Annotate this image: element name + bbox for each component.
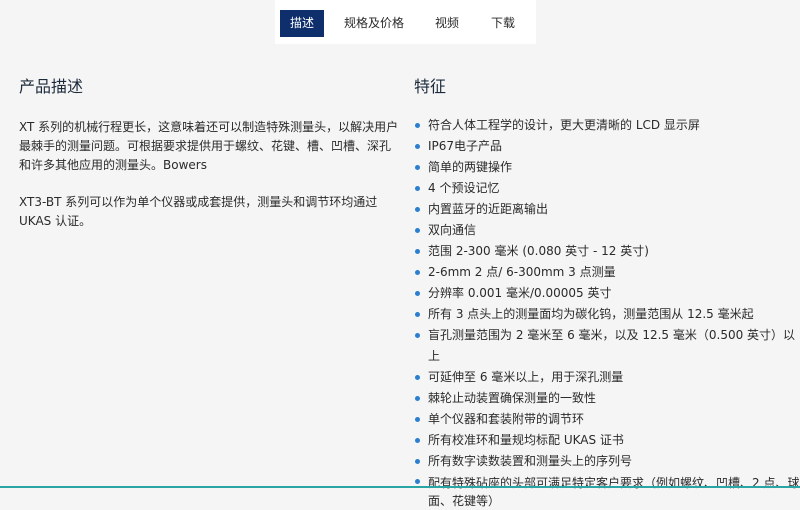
bullet-icon <box>415 291 420 296</box>
feature-item: IP67电子产品 <box>414 136 800 157</box>
feature-text: 双向通信 <box>428 223 477 237</box>
bullet-icon <box>415 186 420 191</box>
features-section: 特征 符合人体工程学的设计，更大更清晰的 LCD 显示屏 IP67电子产品 简单的两… <box>414 77 800 510</box>
bullet-icon <box>415 144 420 149</box>
bullet-icon <box>415 417 420 422</box>
feature-item: 配有特殊砧座的头部可满足特定客户要求（例如螺纹、凹槽、2 点、球面、花键等） <box>414 472 800 510</box>
feature-text: 范围 2-300 毫米 (0.080 英寸 - 12 英寸) <box>428 244 649 258</box>
tab-video[interactable]: 视频 <box>427 10 467 37</box>
feature-text: 2-6mm 2 点/ 6-300mm 3 点测量 <box>428 265 616 279</box>
feature-item: 棘轮止动装置确保测量的一致性 <box>414 388 800 409</box>
tab-description[interactable]: 描述 <box>280 10 324 37</box>
bullet-icon <box>415 312 420 317</box>
features-title: 特征 <box>414 77 447 96</box>
bullet-icon <box>415 438 420 443</box>
bullet-icon <box>415 375 420 380</box>
tab-specs-pricing[interactable]: 规格及价格 <box>335 10 413 37</box>
feature-text: 分辨率 0.001 毫米/0.00005 英寸 <box>428 286 612 300</box>
bullet-icon <box>415 228 420 233</box>
bullet-icon <box>415 249 420 254</box>
feature-item: 范围 2-300 毫米 (0.080 英寸 - 12 英寸) <box>414 241 800 262</box>
feature-text: 所有 3 点头上的测量面均为碳化钨，测量范围从 12.5 毫米起 <box>428 307 754 321</box>
feature-text: 4 个预设记忆 <box>428 181 500 195</box>
bullet-icon <box>415 396 420 401</box>
feature-item: 所有 3 点头上的测量面均为碳化钨，测量范围从 12.5 毫米起 <box>414 304 800 325</box>
bullet-icon <box>415 479 420 484</box>
feature-text: 盲孔测量范围为 2 毫米至 6 毫米，以及 12.5 毫米（0.500 英寸）以… <box>428 328 796 363</box>
feature-item: 盲孔测量范围为 2 毫米至 6 毫米，以及 12.5 毫米（0.500 英寸）以… <box>414 325 800 367</box>
feature-item: 4 个预设记忆 <box>414 178 800 199</box>
feature-item: 所有校准环和量规均标配 UKAS 证书 <box>414 430 800 451</box>
bullet-icon <box>415 165 420 170</box>
feature-text: IP67电子产品 <box>428 139 503 153</box>
product-description-section: 产品描述 XT 系列的机械行程更长，这意味着还可以制造特殊测量头，以解决用户最棘… <box>19 77 399 231</box>
tab-downloads[interactable]: 下载 <box>485 10 521 37</box>
description-paragraph: XT3-BT 系列可以作为单个仪器或成套提供，测量头和调节环均通过 UKAS 认… <box>19 195 378 228</box>
feature-text: 可延伸至 6 毫米以上，用于深孔测量 <box>428 370 624 384</box>
feature-item: 符合人体工程学的设计，更大更清晰的 LCD 显示屏 <box>414 115 800 136</box>
feature-text: 所有校准环和量规均标配 UKAS 证书 <box>428 433 624 447</box>
feature-text: 符合人体工程学的设计，更大更清晰的 LCD 显示屏 <box>428 118 700 132</box>
bullet-icon <box>415 270 420 275</box>
bullet-icon <box>415 333 420 338</box>
feature-text: 简单的两键操作 <box>428 160 513 174</box>
feature-text: 单个仪器和套装附带的调节环 <box>428 412 585 426</box>
feature-item: 可延伸至 6 毫米以上，用于深孔测量 <box>414 367 800 388</box>
bullet-icon <box>415 123 420 128</box>
feature-text: 所有数字读数装置和测量头上的序列号 <box>428 454 633 468</box>
features-list: 符合人体工程学的设计，更大更清晰的 LCD 显示屏 IP67电子产品 简单的两键操作… <box>414 115 800 510</box>
feature-text: 配有特殊砧座的头部可满足特定客户要求（例如螺纹、凹槽、2 点、球面、花键等） <box>428 476 800 508</box>
feature-item: 分辨率 0.001 毫米/0.00005 英寸 <box>414 283 800 304</box>
description-title: 产品描述 <box>19 77 84 96</box>
feature-item: 所有数字读数装置和测量头上的序列号 <box>414 451 800 472</box>
tab-bar: 描述 规格及价格 视频 下载 <box>275 0 536 44</box>
feature-item: 简单的两键操作 <box>414 157 800 178</box>
feature-text: 棘轮止动装置确保测量的一致性 <box>428 391 597 405</box>
feature-text: 内置蓝牙的近距离输出 <box>428 202 549 216</box>
bullet-icon <box>415 207 420 212</box>
bullet-icon <box>415 459 420 464</box>
feature-item: 2-6mm 2 点/ 6-300mm 3 点测量 <box>414 262 800 283</box>
feature-item: 内置蓝牙的近距离输出 <box>414 199 800 220</box>
feature-item: 双向通信 <box>414 220 800 241</box>
feature-item: 单个仪器和套装附带的调节环 <box>414 409 800 430</box>
description-paragraph: XT 系列的机械行程更长，这意味着还可以制造特殊测量头，以解决用户最棘手的测量问… <box>19 120 399 172</box>
